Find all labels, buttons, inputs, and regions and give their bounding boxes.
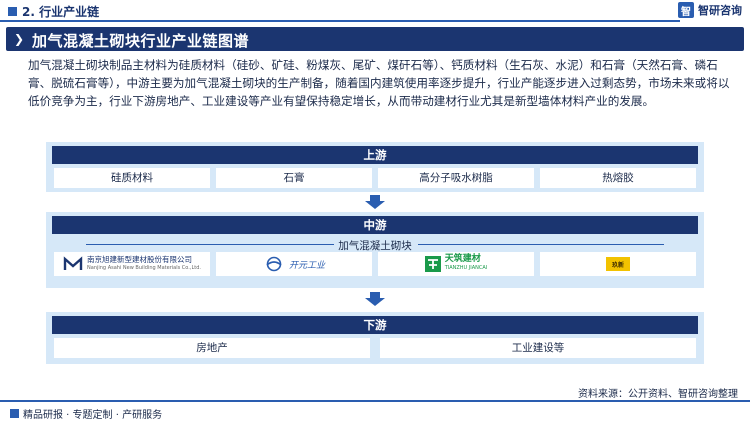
midstream-header: 中游	[52, 216, 698, 234]
brand-logo: 智 智研咨询	[678, 2, 742, 18]
company-logo-kaiyuan: 开元工业	[216, 252, 372, 276]
top-rule	[0, 20, 680, 22]
downstream-header: 下游	[52, 316, 698, 334]
jiuxin-logo-icon: 玖新	[606, 257, 630, 271]
asahi-logo-icon	[63, 256, 83, 270]
company-name-en: TIANZHU JIANCAI	[444, 265, 488, 271]
footer: 精品研报 · 专题定制 · 产研服务 资料来源：公开资料、智研咨询整理	[0, 389, 750, 422]
company-logo-asahi: 南京旭建新型建材股份有限公司 Nanjing Asahi New Buildin…	[54, 252, 210, 276]
company-logo-jiuxin: 玖新	[540, 252, 696, 276]
brand-mark-icon: 智	[678, 2, 694, 18]
page-title: 加气混凝土砌块行业产业链图谱	[32, 32, 250, 50]
company-name-en: Nanjing Asahi New Building Materials Co.…	[87, 265, 201, 271]
upstream-header: 上游	[52, 146, 698, 164]
top-bar: 2. 行业产业链 智 智研咨询	[0, 0, 750, 22]
chevron-right-icon: ❯	[14, 32, 25, 46]
kaiyuan-logo-icon	[266, 256, 282, 272]
section-label: 2. 行业产业链	[22, 5, 100, 19]
downstream-item: 工业建设等	[380, 338, 696, 358]
downstream-item: 房地产	[54, 338, 370, 358]
title-bar: ❯ 加气混凝土砌块行业产业链图谱	[6, 27, 744, 51]
midstream-subtitle: 加气混凝土砌块	[338, 240, 412, 252]
section-heading: 2. 行业产业链	[8, 3, 99, 20]
upstream-item: 硅质材料	[54, 168, 210, 188]
company-name: 天筑建材	[444, 254, 481, 264]
footer-rule	[0, 400, 750, 402]
divider-line	[86, 244, 334, 245]
company-name: 开元工业	[288, 260, 325, 271]
company-name: 玖新	[611, 261, 624, 269]
down-arrow-icon	[365, 292, 385, 306]
square-bullet-icon	[8, 7, 17, 16]
upstream-item: 石膏	[216, 168, 372, 188]
upstream-item: 热熔胶	[540, 168, 696, 188]
intro-paragraph: 加气混凝土砌块制品主材料为硅质材料（硅砂、矿硅、粉煤灰、尾矿、煤矸石等）、钙质材…	[28, 58, 730, 108]
company-logo-tianzhu: 天筑建材 TIANZHU JIANCAI	[378, 252, 534, 276]
source-note: 资料来源：公开资料、智研咨询整理	[578, 389, 738, 400]
tianzhu-logo-icon	[424, 256, 441, 272]
upstream-panel: 上游 硅质材料 石膏 高分子吸水树脂 热熔胶	[46, 142, 704, 192]
company-name: 南京旭建新型建材股份有限公司	[87, 255, 193, 264]
downstream-panel: 下游 房地产 工业建设等	[46, 312, 704, 364]
upstream-item: 高分子吸水树脂	[378, 168, 534, 188]
footer-tagline-text: 精品研报 · 专题定制 · 产研服务	[23, 410, 163, 421]
footer-tagline: 精品研报 · 专题定制 · 产研服务	[10, 406, 162, 421]
divider-line	[418, 244, 664, 245]
down-arrow-icon	[365, 195, 385, 209]
brand-name: 智研咨询	[698, 4, 742, 17]
midstream-panel: 中游 加气混凝土砌块 南京旭建新型建材股份有限公司 Nanjing Asahi …	[46, 212, 704, 288]
square-bullet-icon	[10, 409, 19, 418]
